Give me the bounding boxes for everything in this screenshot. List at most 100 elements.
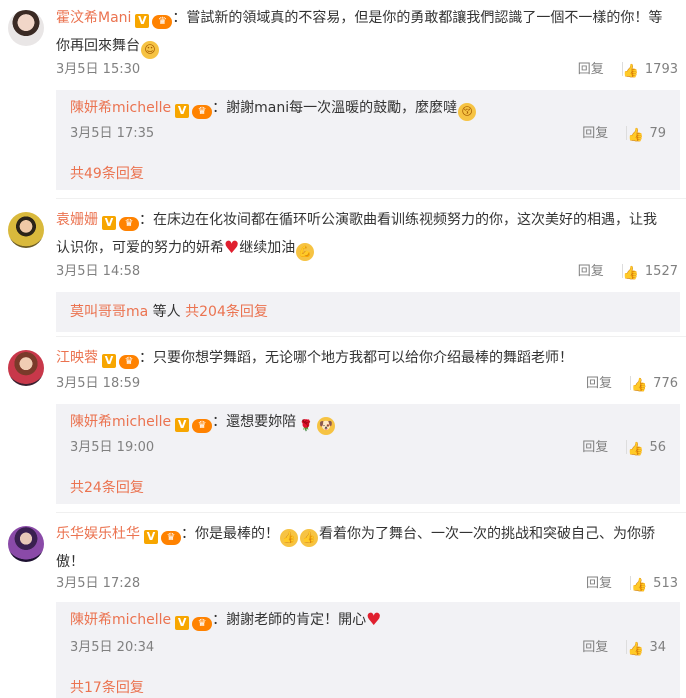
- comment-actions: 回复 👍 1527: [578, 262, 678, 282]
- thumbs-up-icon: 👍: [621, 62, 640, 79]
- reply-button[interactable]: 回复: [582, 126, 608, 141]
- like-count: 776: [653, 376, 678, 391]
- reply-username[interactable]: 陳妍希michelle: [70, 612, 171, 628]
- avatar[interactable]: [8, 526, 44, 562]
- fan-badge-icon: ♛: [161, 531, 181, 545]
- divider: [56, 336, 686, 337]
- more-replies-link[interactable]: 共24条回复: [70, 478, 144, 498]
- verified-badge-icon: V: [144, 530, 158, 544]
- reply-text: 陳妍希michelle V ♛ ：謝謝mani每一次溫暖的鼓勵，麼麼噠 😚: [70, 98, 477, 121]
- like-count: 1527: [644, 264, 678, 279]
- verified-badge-icon: V: [135, 14, 150, 28]
- reply-time: 3月5日 19:00: [70, 440, 155, 455]
- reply-button[interactable]: 回复: [582, 640, 608, 655]
- comment-body: ：嘗試新的領域真的不容易，但是你的勇敢都讓我們認識了一個不一樣的你！等: [172, 10, 663, 26]
- reply-username[interactable]: 陳妍希michelle: [70, 414, 171, 430]
- reply-text: 陳妍希michelle V ♛ ：謝謝老師的肯定！開心♥: [70, 610, 381, 631]
- fan-badge-icon: ♛: [192, 105, 213, 119]
- more-mid: 等人: [148, 304, 186, 320]
- like-count: 1793: [644, 62, 678, 77]
- reply-box: 莫叫哥哥ma 等人 共204条回复: [56, 292, 680, 332]
- comment-actions: 回复 👍 1793: [578, 60, 678, 80]
- reply-time: 3月5日 20:34: [70, 640, 155, 655]
- comment-body: ：在床边在化妆间都在循环听公演歌曲看训练视频努力的你，这次美好的相遇，让我: [139, 212, 657, 228]
- comment-text: 袁姗姗 V ♛ ：在床边在化妆间都在循环听公演歌曲看训练视频努力的你，这次美好的相遇，…: [56, 206, 676, 262]
- thumbs-up-icon: 👍: [626, 440, 644, 457]
- comment-body-line2: 认识你，可爱的努力的妍希: [56, 240, 224, 256]
- like-button[interactable]: 👍 513: [630, 574, 678, 594]
- like-button[interactable]: 👍 1527: [621, 262, 678, 282]
- comment-actions: 回复 👍 513: [586, 574, 678, 594]
- heart-icon: ♥: [366, 610, 382, 630]
- emoji-kiss-icon: 😚: [458, 103, 477, 121]
- verified-badge-icon: V: [102, 354, 116, 368]
- reply-box: 陳妍希michelle V ♛ ：謝謝老師的肯定！開心♥ 3月5日 20:34 回复 …: [56, 602, 680, 698]
- reply-button[interactable]: 回复: [578, 264, 604, 279]
- like-button[interactable]: 👍 34: [626, 638, 666, 658]
- comment-text: 霍汶希Mani V ♛ ：嘗試新的領域真的不容易，但是你的勇敢都讓我們認識了一個不一樣…: [56, 4, 676, 60]
- reply-button[interactable]: 回复: [586, 576, 612, 591]
- heart-icon: ♥: [224, 238, 240, 258]
- reply-actions: 回复 👍 79: [582, 124, 666, 144]
- comment-time: 3月5日 15:30: [56, 62, 141, 77]
- more-replies: 莫叫哥哥ma 等人 共204条回复: [70, 302, 268, 322]
- comment-username[interactable]: 乐华娱乐杜华: [56, 526, 140, 542]
- reply-actions: 回复 👍 34: [582, 638, 666, 658]
- avatar[interactable]: [8, 212, 44, 248]
- comment-username[interactable]: 霍汶希Mani: [56, 10, 131, 26]
- comment-time: 3月5日 18:59: [56, 376, 141, 391]
- like-count: 79: [649, 126, 666, 141]
- more-replies-link[interactable]: 共17条回复: [70, 678, 144, 698]
- comment-body: ：你是最棒的！: [181, 526, 279, 542]
- emoji-hug-icon: ☺: [141, 41, 159, 59]
- like-button[interactable]: 👍 1793: [621, 60, 678, 80]
- comment-time: 3月5日 14:58: [56, 264, 141, 279]
- reply-username[interactable]: 莫叫哥哥ma: [70, 304, 148, 320]
- reply-body: ：謝謝mani每一次溫暖的鼓勵，麼麼噠: [212, 100, 458, 116]
- thumbs-up-icon: 👍: [630, 576, 648, 593]
- thumbs-up-icon: 👍: [626, 126, 644, 143]
- verified-badge-icon: V: [175, 418, 190, 432]
- like-count: 34: [649, 640, 666, 655]
- comment-text: 乐华娱乐杜华 V ♛ ：你是最棒的！ 👍 👍 看着你为了舞台、一次一次的挑战和突破自己、为你…: [56, 520, 676, 576]
- comment-body-line2b: 继续加油: [239, 240, 296, 256]
- comment-body-cont: 看着你为了舞台、一次一次的挑战和突破自己、为你骄: [319, 526, 655, 542]
- comment-username[interactable]: 江映蓉: [56, 350, 98, 366]
- emoji-muscle-icon: 💪: [296, 243, 315, 261]
- comment-text: 江映蓉 V ♛ ：只要你想学舞蹈，无论哪个地方我都可以给你介绍最棒的舞蹈老师！: [56, 344, 676, 372]
- thumbs-up-icon: 👍: [621, 264, 640, 281]
- like-button[interactable]: 👍 56: [626, 438, 666, 458]
- fan-badge-icon: ♛: [152, 15, 173, 29]
- reply-button[interactable]: 回复: [582, 440, 608, 455]
- reply-text: 陳妍希michelle V ♛ ：還想要妳陪 🌹 🐶: [70, 412, 336, 435]
- reply-box: 陳妍希michelle V ♛ ：謝謝mani每一次溫暖的鼓勵，麼麼噠 😚 3月5日 1…: [56, 90, 680, 190]
- like-button[interactable]: 👍 79: [626, 124, 666, 144]
- divider: [56, 512, 686, 513]
- more-replies-link[interactable]: 共204条回复: [185, 304, 268, 320]
- fan-badge-icon: ♛: [192, 419, 213, 433]
- like-count: 56: [649, 440, 666, 455]
- divider: [56, 198, 686, 199]
- comment-body-line2: 傲！: [56, 554, 84, 570]
- reply-body: ：還想要妳陪: [212, 414, 297, 430]
- reply-actions: 回复 👍 56: [582, 438, 666, 458]
- reply-username[interactable]: 陳妍希michelle: [70, 100, 171, 116]
- like-count: 513: [653, 576, 678, 591]
- fan-badge-icon: ♛: [192, 617, 213, 631]
- thumbs-up-icon: 👍: [626, 640, 644, 657]
- comment-time: 3月5日 17:28: [56, 576, 141, 591]
- comment-body-line2: 你再回來舞台: [56, 38, 140, 54]
- comment-actions: 回复 👍 776: [586, 374, 678, 394]
- like-button[interactable]: 👍 776: [630, 374, 678, 394]
- reply-button[interactable]: 回复: [578, 62, 604, 77]
- more-replies-link[interactable]: 共49条回复: [70, 164, 144, 184]
- avatar[interactable]: [8, 350, 44, 386]
- thumbs-up-emoji-icon: 👍: [280, 529, 298, 547]
- thumbs-up-emoji-icon: 👍: [300, 529, 318, 547]
- verified-badge-icon: V: [175, 104, 190, 118]
- reply-button[interactable]: 回复: [586, 376, 612, 391]
- comment-username[interactable]: 袁姗姗: [56, 212, 98, 228]
- verified-badge-icon: V: [175, 616, 190, 630]
- avatar[interactable]: [8, 10, 44, 46]
- emoji-doge-icon: 🐶: [317, 417, 336, 435]
